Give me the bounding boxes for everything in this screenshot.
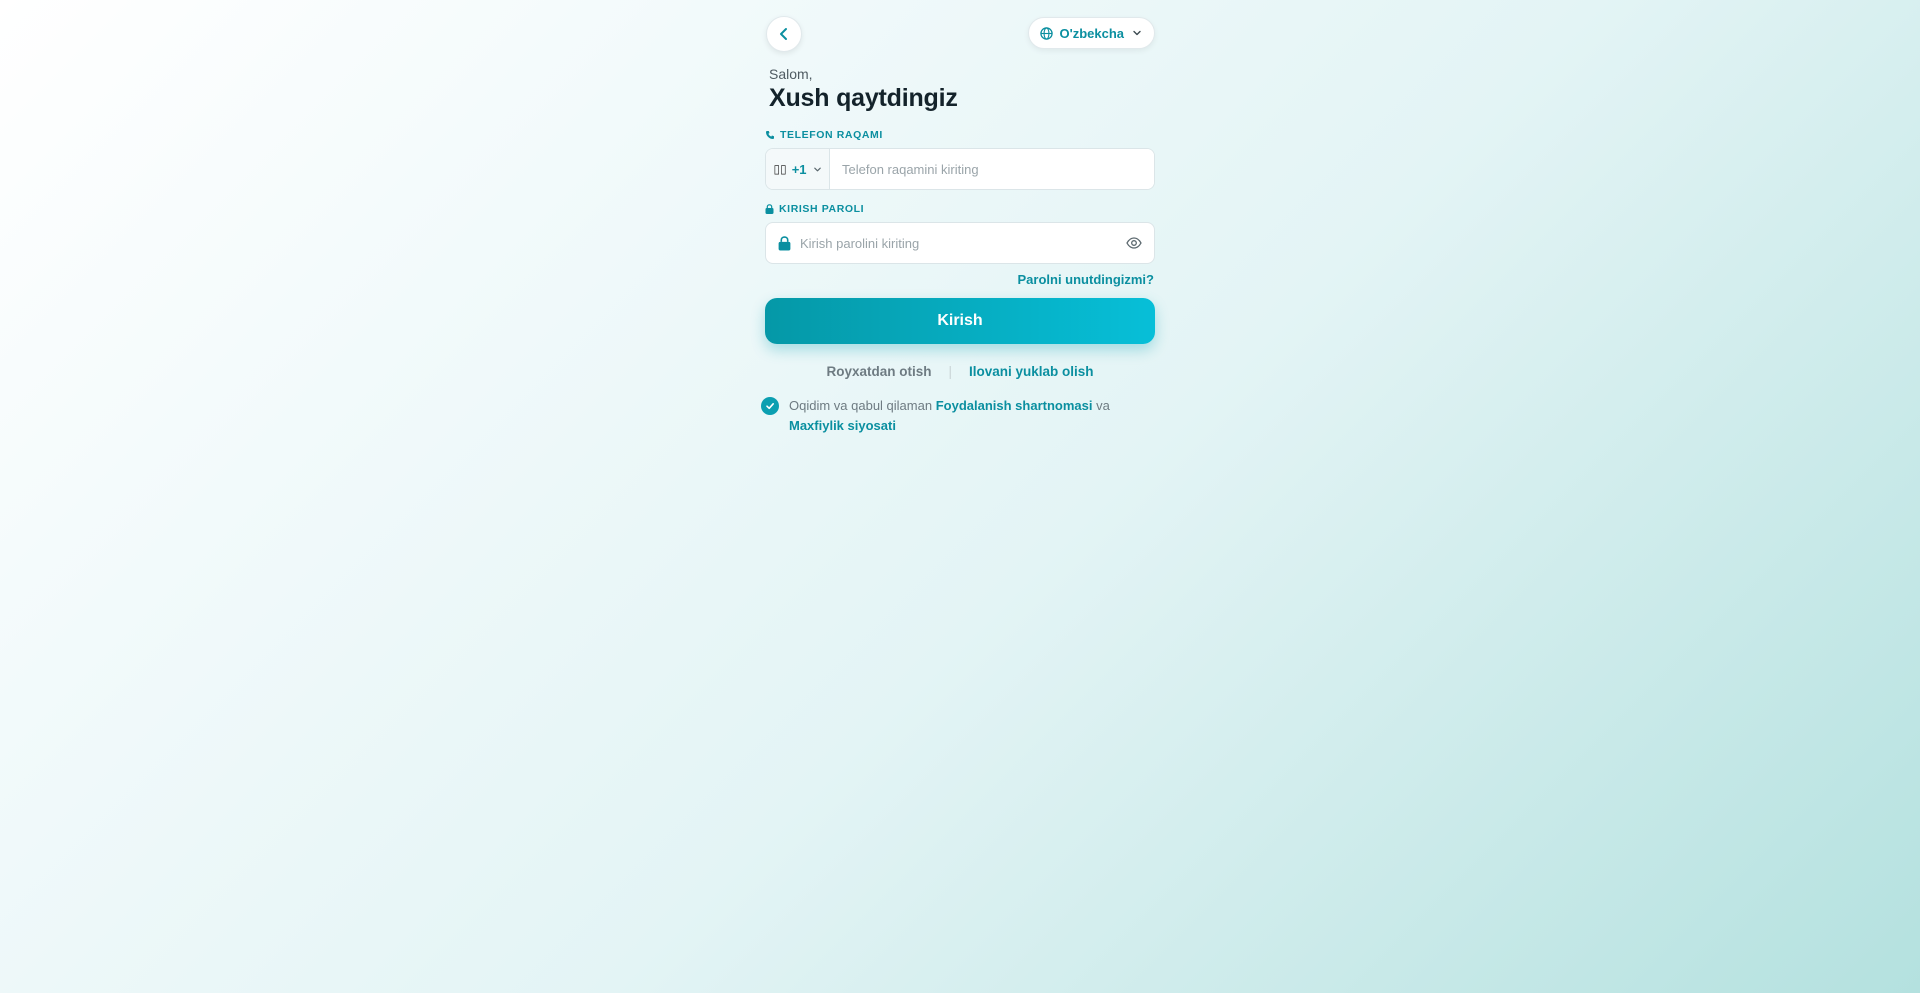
register-link[interactable]: Royxatdan otish xyxy=(826,364,931,379)
password-field xyxy=(765,222,1155,264)
lock-icon xyxy=(778,235,791,251)
login-panel: O'zbekcha Salom, Xush qaytdingiz TELEFON… xyxy=(761,16,1155,436)
forgot-password-link[interactable]: Parolni unutdingizmi? xyxy=(765,272,1155,287)
phone-icon xyxy=(765,130,775,140)
terms-of-use-link[interactable]: Foydalanish shartnomasi xyxy=(936,398,1093,413)
country-code: +1 xyxy=(791,161,807,177)
password-label-text: KIRISH PAROLI xyxy=(779,203,865,215)
back-button[interactable] xyxy=(766,16,802,52)
chevron-down-icon xyxy=(813,165,822,174)
chevron-down-icon xyxy=(1132,28,1142,38)
terms-prefix: Oqidim va qabul qilaman xyxy=(789,398,933,413)
terms-conjunction: va xyxy=(1096,398,1110,413)
download-app-link[interactable]: Ilovani yuklab olish xyxy=(969,364,1094,379)
secondary-links: Royxatdan otish | Ilovani yuklab olish xyxy=(765,364,1155,379)
language-selector[interactable]: O'zbekcha xyxy=(1028,17,1155,49)
phone-input[interactable] xyxy=(830,149,1154,189)
phone-label: TELEFON RAQAMI xyxy=(765,129,1155,141)
privacy-policy-link[interactable]: Maxfiylik siyosati xyxy=(789,418,896,433)
language-label: O'zbekcha xyxy=(1059,25,1124,41)
password-input[interactable] xyxy=(791,223,1126,263)
globe-icon xyxy=(1040,26,1054,40)
greeting-text: Salom, xyxy=(769,66,813,82)
check-icon xyxy=(765,401,775,411)
flag-icon: ▯▯ xyxy=(773,162,787,176)
country-code-selector[interactable]: ▯▯ +1 xyxy=(766,149,830,189)
login-button[interactable]: Kirish xyxy=(765,298,1155,344)
terms-text: Oqidim va qabul qilaman Foydalanish shar… xyxy=(789,396,1139,436)
page-title: Xush qaytdingiz xyxy=(769,84,958,112)
link-separator: | xyxy=(948,364,952,379)
terms-checkbox[interactable] xyxy=(761,397,779,415)
phone-field: ▯▯ +1 xyxy=(765,148,1155,190)
phone-label-text: TELEFON RAQAMI xyxy=(780,129,883,141)
lock-icon xyxy=(765,204,774,214)
top-bar: O'zbekcha xyxy=(765,16,1155,54)
chevron-left-icon xyxy=(777,27,791,41)
password-label: KIRISH PAROLI xyxy=(765,203,1155,215)
terms-agreement: Oqidim va qabul qilaman Foydalanish shar… xyxy=(761,396,1155,436)
eye-icon[interactable] xyxy=(1126,237,1142,249)
